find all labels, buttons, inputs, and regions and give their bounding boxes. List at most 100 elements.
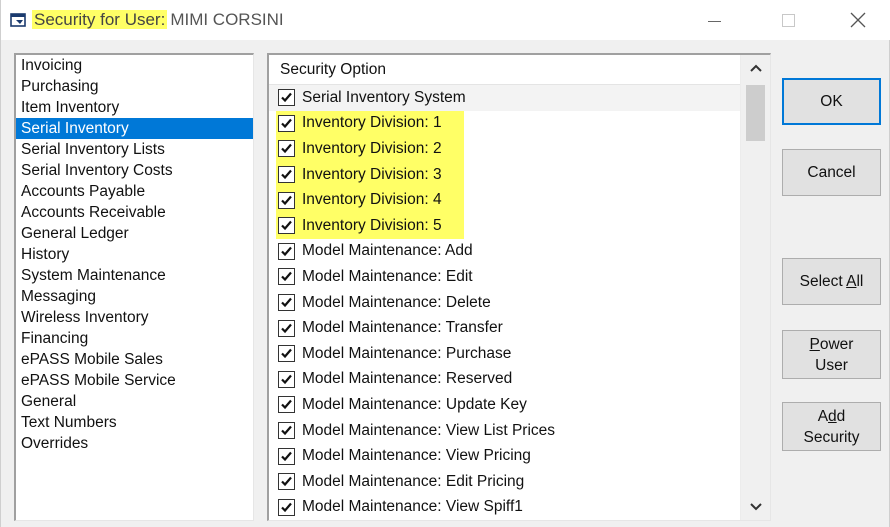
category-item[interactable]: General [16,391,253,412]
option-label: Model Maintenance: Update Key [302,395,527,413]
window-title: Security for User: MIMI CORSINI [32,9,284,31]
checkmark-icon [281,118,292,129]
app-icon [10,13,26,27]
category-item[interactable]: Accounts Payable [16,181,253,202]
option-checkbox[interactable] [278,268,295,286]
option-checkbox[interactable] [278,319,295,337]
option-label: Model Maintenance: View List Prices [302,421,556,439]
security-option-row[interactable]: Model Maintenance: View Spiff1 [269,495,741,521]
checkmark-icon [281,144,292,154]
category-item[interactable]: Messaging [16,286,253,307]
checkmark-icon [281,195,292,205]
security-option-row[interactable]: Model Maintenance: Transfer [269,315,741,341]
category-item[interactable]: Purchasing [16,76,253,97]
title-user-name: MIMI CORSINI [170,10,284,29]
option-label: Model Maintenance: Reserved [302,370,513,388]
ok-button[interactable]: OK [782,78,881,125]
select-all-label: Select All [799,273,864,290]
security-option-row[interactable]: Model Maintenance: Purchase [269,341,741,367]
security-option-row[interactable]: Model Maintenance: Delete [269,290,741,316]
category-item[interactable]: Wireless Inventory [16,307,253,328]
security-option-row[interactable]: Model Maintenance: View List Prices [269,418,741,444]
power-user-button[interactable]: Power User [782,330,881,379]
option-checkbox[interactable] [278,217,295,235]
category-item[interactable]: General Ledger [16,223,253,244]
scroll-up-button[interactable] [741,57,770,79]
option-label: Model Maintenance: View Spiff1 [302,498,523,516]
category-item[interactable]: ePASS Mobile Sales [16,349,253,370]
option-checkbox[interactable] [278,498,295,516]
option-checkbox[interactable] [278,473,295,491]
option-checkbox[interactable] [278,345,295,363]
category-item[interactable]: Accounts Receivable [16,202,253,223]
category-item[interactable]: ePASS Mobile Service [16,370,253,391]
option-checkbox[interactable] [278,166,295,184]
option-checkbox[interactable] [278,396,295,414]
checkmark-icon [281,451,292,461]
category-item[interactable]: Serial Inventory Lists [16,139,253,160]
category-item[interactable]: Invoicing [16,55,253,76]
option-label: Model Maintenance: Add [302,242,473,260]
power-user-label-line2: User [815,356,848,374]
security-option-row[interactable]: Model Maintenance: Edit Pricing [269,469,741,495]
option-checkbox[interactable] [278,89,295,107]
option-label: Inventory Division: 3 [302,165,442,183]
checkmark-icon [281,425,292,436]
option-label: Model Maintenance: View Pricing [302,447,531,465]
security-dialog: Security for User: MIMI CORSINI Invoicing… [0,0,890,527]
category-item[interactable]: History [16,244,253,265]
add-security-label-line2: Security [803,428,860,446]
option-checkbox[interactable] [278,422,295,440]
close-button[interactable] [835,0,881,40]
select-all-button[interactable]: Select All [782,258,881,305]
security-option-row[interactable]: Model Maintenance: Edit [269,264,741,290]
option-checkbox[interactable] [278,370,295,388]
security-option-row[interactable]: Serial Inventory System [269,85,741,111]
chevron-up-icon [749,64,762,72]
checkmark-icon [281,323,292,333]
checkmark-icon [281,272,292,282]
checkmark-icon [281,400,292,410]
option-checkbox[interactable] [278,447,295,465]
add-security-label-line1: Add [817,407,846,425]
security-option-header[interactable]: Security Option [269,55,741,85]
security-option-row[interactable]: Inventory Division: 3 [269,161,741,188]
option-label: Inventory Division: 4 [302,191,442,209]
category-item[interactable]: Financing [16,328,253,349]
option-checkbox[interactable] [278,114,295,132]
category-item[interactable]: System Maintenance [16,265,253,286]
security-option-row[interactable]: Model Maintenance: Reserved [269,367,741,393]
scroll-down-button[interactable] [741,496,770,518]
security-option-row[interactable]: Model Maintenance: Update Key [269,392,741,418]
checkmark-icon [281,374,292,384]
maximize-button[interactable] [765,0,811,40]
security-option-row[interactable]: Inventory Division: 2 [269,136,741,162]
vertical-scrollbar[interactable] [740,55,770,520]
minimize-icon [707,20,721,22]
option-label: Serial Inventory System [302,88,466,106]
security-option-row[interactable]: Model Maintenance: Add [269,239,741,265]
option-checkbox[interactable] [278,140,295,158]
cancel-button[interactable]: Cancel [782,149,881,196]
security-option-list[interactable]: Security Option Serial Inventory System I… [267,53,771,521]
category-item[interactable]: Serial Inventory Costs [16,160,253,181]
category-item[interactable]: Text Numbers [16,412,253,433]
option-checkbox[interactable] [278,242,295,260]
category-item[interactable]: Overrides [16,433,253,454]
minimize-button[interactable] [691,0,737,40]
checkmark-icon [281,93,292,103]
category-item[interactable]: Serial Inventory [16,118,253,139]
scrollbar-thumb[interactable] [746,85,765,141]
add-security-button[interactable]: Add Security [782,402,881,451]
category-item[interactable]: Item Inventory [16,97,253,118]
security-option-row[interactable]: Inventory Division: 4 [269,187,741,213]
security-option-row[interactable]: Model Maintenance: View Pricing [269,443,741,469]
option-checkbox[interactable] [278,191,295,209]
category-list[interactable]: Invoicing Purchasing Item Inventory Serial … [14,53,254,521]
checkmark-icon [281,297,292,308]
security-option-row[interactable]: Inventory Division: 1 [269,110,741,137]
security-option-rows: Serial Inventory System Inventory Divisio… [269,85,741,520]
security-option-row[interactable]: Inventory Division: 5 [269,212,741,239]
option-checkbox[interactable] [278,294,295,312]
checkmark-icon [281,246,292,256]
